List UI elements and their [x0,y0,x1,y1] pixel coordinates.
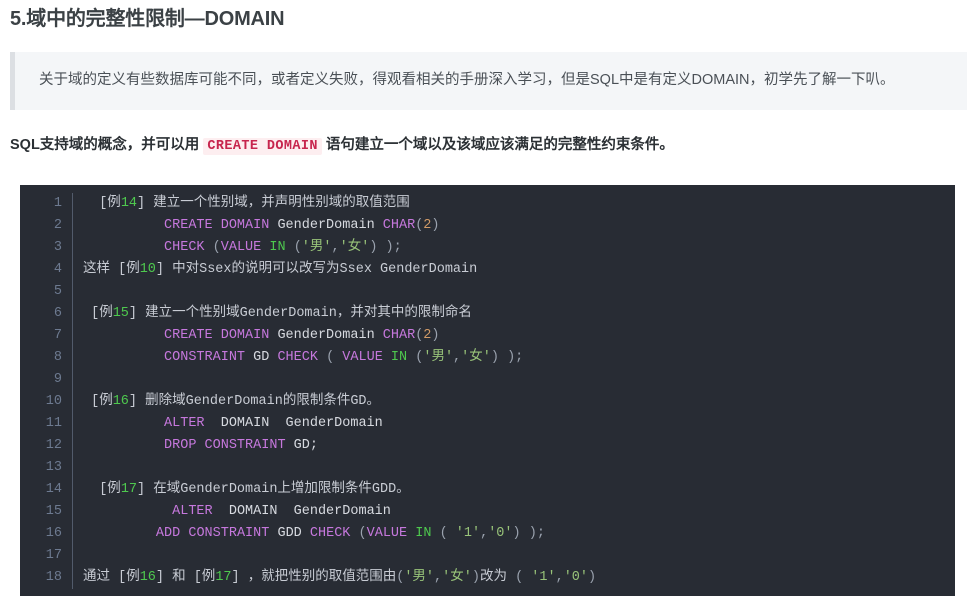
line-number: 12 [20,435,73,457]
line-number: 16 [20,523,73,545]
line-number: 2 [20,215,73,237]
line-number: 13 [20,457,73,479]
line-number: 15 [20,501,73,523]
blockquote-text: 关于域的定义有些数据库可能不同，或者定义失败，得观看相关的手册深入学习，但是SQ… [39,72,895,88]
code-line: 3 CHECK (VALUE IN ('男','女') ); [20,237,596,259]
code-line: 14 [例17] 在域GenderDomain上增加限制条件GDD。 [20,479,596,501]
code-content[interactable]: [例17] 在域GenderDomain上增加限制条件GDD。 [73,479,597,501]
line-number: 6 [20,303,73,325]
lead-paragraph-suffix: 语句建立一个域以及该域应该满足的完整性约束条件。 [321,137,674,153]
code-content[interactable] [73,545,597,567]
code-line: 7 CREATE DOMAIN GenderDomain CHAR(2) [20,325,596,347]
code-content[interactable] [73,281,597,303]
line-number: 18 [20,567,73,589]
code-content[interactable]: [例16] 删除域GenderDomain的限制条件GD。 [73,391,597,413]
line-number: 5 [20,281,73,303]
line-number: 7 [20,325,73,347]
code-content[interactable]: 通过 [例16] 和 [例17] ，就把性别的取值范围由('男','女')改为 … [73,567,596,589]
code-content[interactable]: 这样 [例10] 中对Ssex的说明可以改写为Ssex GenderDomain [73,259,597,281]
code-line: 10 [例16] 删除域GenderDomain的限制条件GD。 [20,391,596,413]
code-content[interactable]: ALTER DOMAIN GenderDomain [73,501,597,523]
code-content[interactable] [73,369,597,391]
code-content[interactable]: [例15] 建立一个性别域GenderDomain，并对其中的限制命名 [73,303,597,325]
code-content[interactable]: CREATE DOMAIN GenderDomain CHAR(2) [73,325,597,347]
code-line: 16 ADD CONSTRAINT GDD CHECK (VALUE IN ( … [20,523,596,545]
code-content[interactable] [73,457,597,479]
code-line: 17 [20,545,596,567]
code-line: 6 [例15] 建立一个性别域GenderDomain，并对其中的限制命名 [20,303,596,325]
code-content[interactable]: DROP CONSTRAINT GD; [73,435,597,457]
line-number: 8 [20,347,73,369]
code-line: 12 DROP CONSTRAINT GD; [20,435,596,457]
code-line: 13 [20,457,596,479]
code-line: 11 ALTER DOMAIN GenderDomain [20,413,596,435]
code-line: 18 通过 [例16] 和 [例17] ，就把性别的取值范围由('男','女')… [20,567,596,589]
code-line: 1 [例14] 建立一个性别域，并声明性别域的取值范围 [20,193,596,215]
code-line: 4 这样 [例10] 中对Ssex的说明可以改写为Ssex GenderDoma… [20,259,596,281]
code-line: 15 ALTER DOMAIN GenderDomain [20,501,596,523]
document-page: 5.域中的完整性限制—DOMAIN 关于域的定义有些数据库可能不同，或者定义失败… [0,0,977,596]
lead-paragraph-prefix: SQL支持域的概念，并可以用 [10,137,204,153]
code-line: 2 CREATE DOMAIN GenderDomain CHAR(2) [20,215,596,237]
code-line: 5 [20,281,596,303]
line-number: 17 [20,545,73,567]
code-content[interactable]: ALTER DOMAIN GenderDomain [73,413,597,435]
inline-code-create-domain: CREATE DOMAIN [203,138,322,155]
line-number: 1 [20,193,73,215]
code-line: 9 [20,369,596,391]
code-line: 8 CONSTRAINT GD CHECK ( VALUE IN ('男','女… [20,347,596,369]
code-content[interactable]: ADD CONSTRAINT GDD CHECK (VALUE IN ( '1'… [73,523,597,545]
note-blockquote: 关于域的定义有些数据库可能不同，或者定义失败，得观看相关的手册深入学习，但是SQ… [10,52,967,110]
line-number: 10 [20,391,73,413]
sql-code-block[interactable]: 1 [例14] 建立一个性别域，并声明性别域的取值范围 2 CREATE DOM… [20,185,955,596]
line-number: 9 [20,369,73,391]
line-number: 4 [20,259,73,281]
page-title: 5.域中的完整性限制—DOMAIN [10,8,285,30]
code-table: 1 [例14] 建立一个性别域，并声明性别域的取值范围 2 CREATE DOM… [20,193,596,589]
code-content[interactable]: CHECK (VALUE IN ('男','女') ); [73,237,597,259]
lead-paragraph: SQL支持域的概念，并可以用 CREATE DOMAIN 语句建立一个域以及该域… [10,134,977,158]
code-content[interactable]: CREATE DOMAIN GenderDomain CHAR(2) [73,215,597,237]
code-content[interactable]: [例14] 建立一个性别域，并声明性别域的取值范围 [73,193,597,215]
line-number: 11 [20,413,73,435]
code-content[interactable]: CONSTRAINT GD CHECK ( VALUE IN ('男','女')… [73,347,597,369]
line-number: 3 [20,237,73,259]
line-number: 14 [20,479,73,501]
